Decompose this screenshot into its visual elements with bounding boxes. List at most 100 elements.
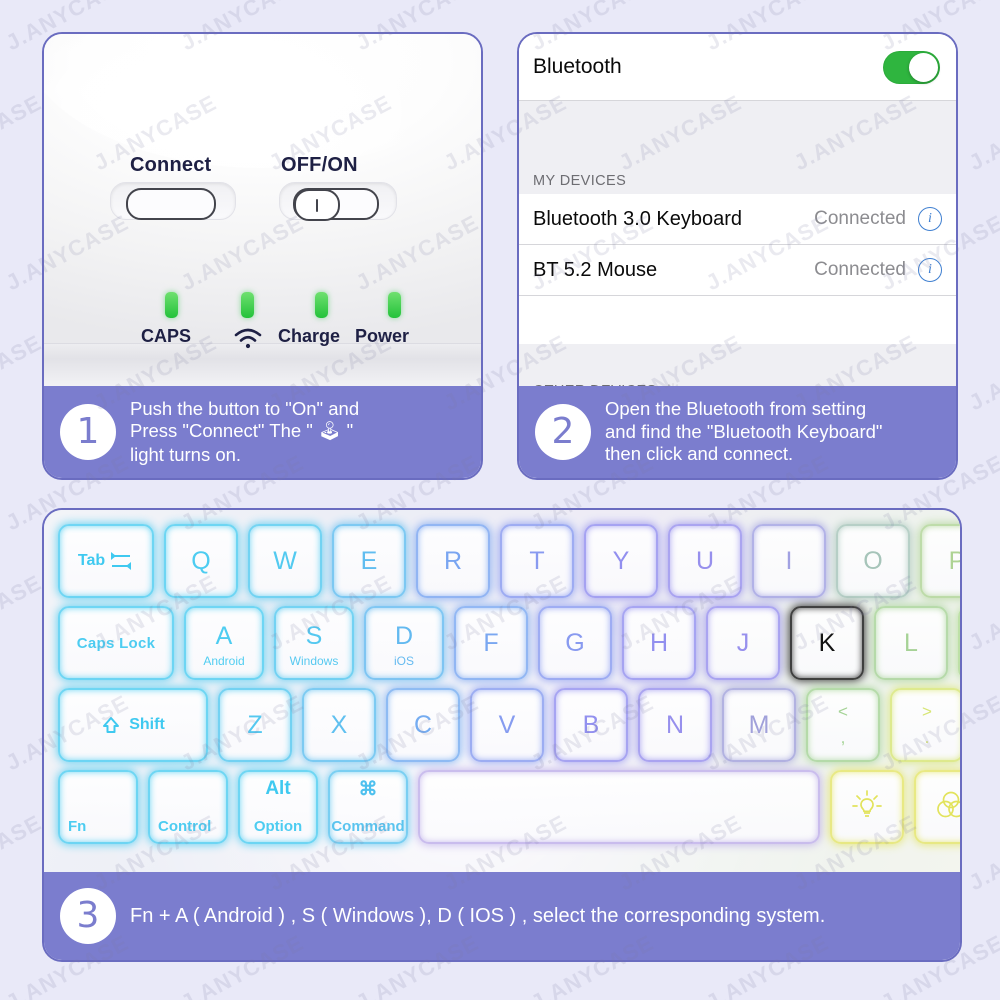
key-e[interactable]: E	[332, 524, 406, 598]
key-label: G	[565, 628, 585, 657]
bluetooth-toggle[interactable]	[883, 50, 940, 84]
step-3-card: Tab Q W E R T Y U I O P Caps Lock A Android S Windows Di…	[42, 508, 962, 962]
key-label: Z	[247, 710, 263, 739]
keyboard-row: Tab Q W E R T Y U I O P	[58, 524, 960, 598]
key-label: O	[863, 546, 883, 575]
key-p[interactable]: P	[920, 524, 960, 598]
key-label: Command	[331, 818, 405, 835]
bluetooth-toggle-thumb[interactable]	[909, 52, 938, 82]
key-backlight-glow	[58, 524, 154, 598]
key-caps-lock[interactable]: Caps Lock	[58, 606, 174, 680]
key-b[interactable]: B	[554, 688, 628, 762]
keyboard-photo: Tab Q W E R T Y U I O P Caps Lock A Android S Windows Di…	[44, 510, 960, 872]
key-q[interactable]: Q	[164, 524, 238, 598]
device-status: Connected	[814, 259, 906, 280]
key-cap-top: >	[922, 702, 932, 721]
step-1-caption: Push the button to "On" and Press "Conne…	[130, 398, 359, 467]
key-label: T	[529, 546, 545, 575]
watermark-text: J.ANYCASE	[964, 89, 1000, 176]
key-comma[interactable]: <,	[806, 688, 880, 762]
step-1-caption-band: 1 Push the button to "On" and Press "Con…	[44, 386, 481, 478]
key-l[interactable]: L	[874, 606, 948, 680]
charge-led-label: Charge	[278, 326, 341, 346]
key-option[interactable]: Alt Option	[238, 770, 318, 844]
key-semicolon[interactable]: :;	[958, 606, 960, 680]
connect-button[interactable]	[126, 188, 216, 220]
key-tab[interactable]: Tab	[58, 524, 154, 598]
lightbulb-icon	[852, 789, 882, 826]
key-rgb-color[interactable]	[914, 770, 960, 844]
key-control[interactable]: Control	[148, 770, 228, 844]
key-m[interactable]: M	[722, 688, 796, 762]
key-label: S	[305, 621, 323, 650]
device-row-right: Connected i	[814, 207, 942, 231]
shift-arrow-icon: Shift	[101, 715, 165, 735]
key-d[interactable]: DiOS	[364, 606, 444, 680]
key-label: R	[443, 546, 463, 575]
bluetooth-title: Bluetooth	[533, 55, 622, 78]
key-w[interactable]: W	[248, 524, 322, 598]
key-backlight-glow	[806, 688, 880, 762]
key-cap-top: <	[838, 702, 848, 721]
key-sublabel: Android	[203, 654, 245, 668]
key-k[interactable]: K	[790, 606, 864, 680]
key-o[interactable]: O	[836, 524, 910, 598]
key-t[interactable]: T	[500, 524, 574, 598]
key-period[interactable]: >.	[890, 688, 960, 762]
key-f[interactable]: F	[454, 606, 528, 680]
watermark-text: J.ANYCASE	[0, 89, 46, 176]
key-shift[interactable]: Shift	[58, 688, 208, 762]
key-x[interactable]: X	[302, 688, 376, 762]
key-backlight[interactable]	[830, 770, 904, 844]
key-label: P	[949, 547, 960, 576]
key-label: D	[394, 621, 414, 650]
key-c[interactable]: C	[386, 688, 460, 762]
key-a[interactable]: A Android	[184, 606, 264, 680]
step-2-caption-line-3: then click and connect.	[605, 443, 794, 465]
key-command[interactable]: ⌘ Command	[328, 770, 408, 844]
key-h[interactable]: H	[622, 606, 696, 680]
info-circle-icon[interactable]: i	[918, 207, 942, 231]
key-label: Fn	[68, 818, 87, 835]
key-label: I	[785, 546, 793, 575]
step-1-caption-line-2-tail: "	[341, 420, 354, 442]
key-label: L	[904, 628, 918, 657]
key-z[interactable]: Z	[218, 688, 292, 762]
power-label: OFF/ON	[281, 154, 358, 176]
power-switch[interactable]	[293, 188, 379, 221]
step-3-number: 3	[60, 888, 116, 944]
caps-led	[165, 292, 178, 318]
tab-arrows-icon	[108, 548, 134, 574]
device-row-mouse[interactable]: BT 5.2 Mouse Connected i	[519, 245, 956, 296]
key-label: C	[413, 710, 433, 739]
keyboard-row: Fn Control Alt Option ⌘ Command	[58, 770, 960, 844]
key-y[interactable]: Y	[584, 524, 658, 598]
key-v[interactable]: V	[470, 688, 544, 762]
watermark-text: J.ANYCASE	[964, 329, 1000, 416]
step-3-caption: Fn + A ( Android ) , S ( Windows ), D ( …	[130, 904, 826, 927]
key-i[interactable]: I	[752, 524, 826, 598]
other-devices-header: OTHER DEVICES	[519, 380, 956, 386]
key-r[interactable]: R	[416, 524, 490, 598]
device-photo: Connect OFF/ON CAPS Charge Power	[44, 34, 481, 386]
key-backlight-glow	[958, 606, 960, 680]
step-1-caption-line-1: Push the button to "On" and	[130, 397, 360, 419]
key-n[interactable]: N	[638, 688, 712, 762]
key-space[interactable]	[418, 770, 820, 844]
device-list-empty-row	[519, 296, 956, 344]
key-sublabel: iOS	[393, 654, 414, 668]
key-u[interactable]: U	[668, 524, 742, 598]
step-1-caption-line-3: light turns on.	[130, 443, 242, 465]
key-g[interactable]: G	[538, 606, 612, 680]
connect-label: Connect	[130, 154, 212, 176]
key-j[interactable]: J	[706, 606, 780, 680]
watermark-text: J.ANYCASE	[0, 329, 46, 416]
key-fn[interactable]: Fn	[58, 770, 138, 844]
key-s[interactable]: S Windows	[274, 606, 354, 680]
key-label: A	[215, 621, 233, 650]
device-row-keyboard[interactable]: Bluetooth 3.0 Keyboard Connected i	[519, 194, 956, 245]
power-switch-knob[interactable]	[294, 189, 340, 221]
info-circle-icon[interactable]: i	[918, 258, 942, 282]
key-label: B	[582, 710, 600, 739]
key-label: Caps Lock	[76, 634, 156, 652]
